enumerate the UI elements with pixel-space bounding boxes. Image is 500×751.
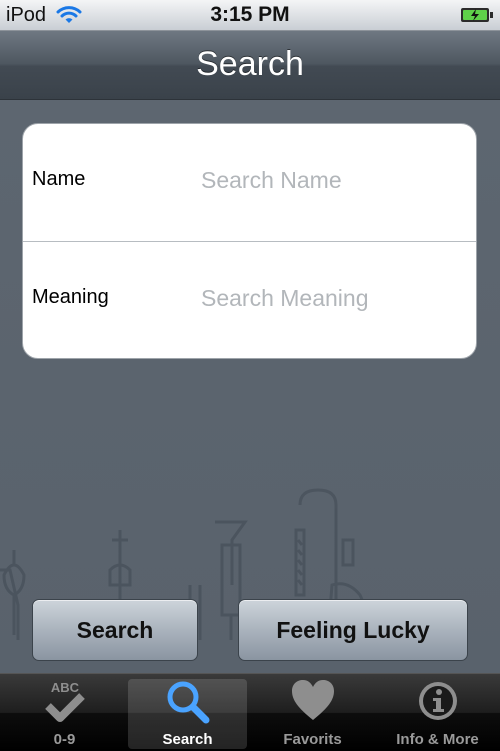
tab-label-0-9: 0-9 [53,731,76,748]
heart-icon [292,680,334,720]
navigation-bar: Search [0,31,500,100]
search-button[interactable]: Search [32,599,198,661]
tab-info-more[interactable]: Info & More [375,674,500,751]
name-row: Name [23,124,476,242]
page-title: Search [196,45,304,83]
search-content: Name Meaning [0,100,500,673]
tab-0-9[interactable]: ABC 0-9 [2,674,127,751]
magnifier-icon [167,681,210,724]
info-icon [419,682,457,720]
tab-bar: ABC 0-9 Search Favorits Info & More [0,673,500,751]
tab-favorits[interactable]: Favorits [250,674,375,751]
search-form: Name Meaning [22,123,477,359]
svg-text:ABC: ABC [51,680,80,695]
meaning-row: Meaning [23,242,476,358]
status-bar: iPod 3:15 PM [0,0,500,31]
name-search-input[interactable] [199,162,463,198]
status-time: 3:15 PM [210,3,290,26]
name-label: Name [32,168,86,190]
meaning-label: Meaning [32,286,109,308]
tab-label-info-more: Info & More [396,731,479,748]
meaning-search-input[interactable] [199,280,463,316]
tab-label-favorits: Favorits [283,731,342,748]
tab-search[interactable]: Search [128,679,247,749]
tab-label-search: Search [162,731,213,748]
battery-charging-icon [461,8,493,22]
feeling-lucky-button[interactable]: Feeling Lucky [238,599,468,661]
abc-check-icon: ABC [45,680,85,722]
